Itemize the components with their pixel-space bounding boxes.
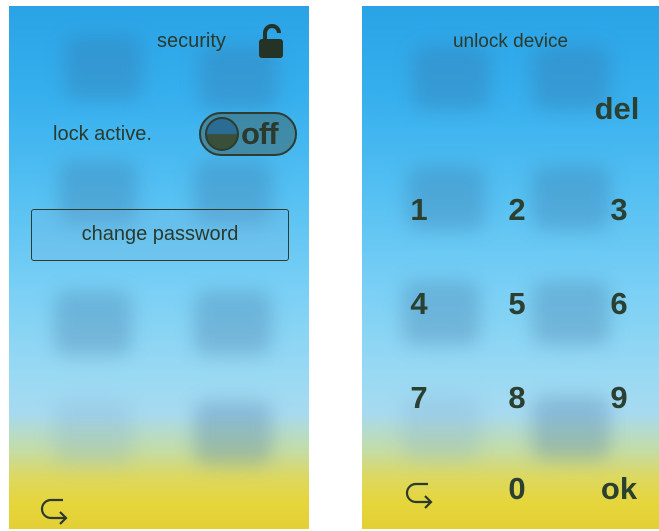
key-5[interactable]: 5	[482, 279, 552, 329]
lock-open-icon[interactable]	[257, 24, 289, 60]
key-8[interactable]: 8	[482, 373, 552, 423]
background-blur	[194, 401, 272, 465]
key-3[interactable]: 3	[584, 185, 654, 235]
change-password-button[interactable]: change password	[31, 209, 289, 261]
background-blur	[412, 46, 490, 110]
unlock-screen: unlock device del 1 2 3 4 5 6 7 8 9 0 ok	[362, 6, 659, 529]
del-key[interactable]: del	[582, 84, 652, 134]
key-9[interactable]: 9	[584, 373, 654, 423]
background-blur	[194, 291, 272, 355]
lock-active-label: lock active.	[53, 123, 152, 145]
key-7[interactable]: 7	[384, 373, 454, 423]
key-2[interactable]: 2	[482, 185, 552, 235]
back-arrow-icon[interactable]	[39, 496, 73, 526]
background-blur	[54, 401, 132, 465]
toggle-state-label: off	[241, 116, 279, 151]
security-title: security	[157, 30, 226, 52]
background-blur	[64, 36, 142, 100]
security-screen: security lock active. off change passwor…	[9, 6, 309, 529]
key-4[interactable]: 4	[384, 279, 454, 329]
key-6[interactable]: 6	[584, 279, 654, 329]
background-blur	[54, 291, 132, 355]
key-1[interactable]: 1	[384, 185, 454, 235]
unlock-title: unlock device	[452, 31, 569, 52]
lock-toggle[interactable]: off	[199, 112, 297, 156]
toggle-knob	[205, 117, 239, 151]
key-0[interactable]: 0	[482, 464, 552, 514]
ok-key[interactable]: ok	[584, 464, 654, 514]
back-arrow-icon[interactable]	[404, 480, 438, 510]
